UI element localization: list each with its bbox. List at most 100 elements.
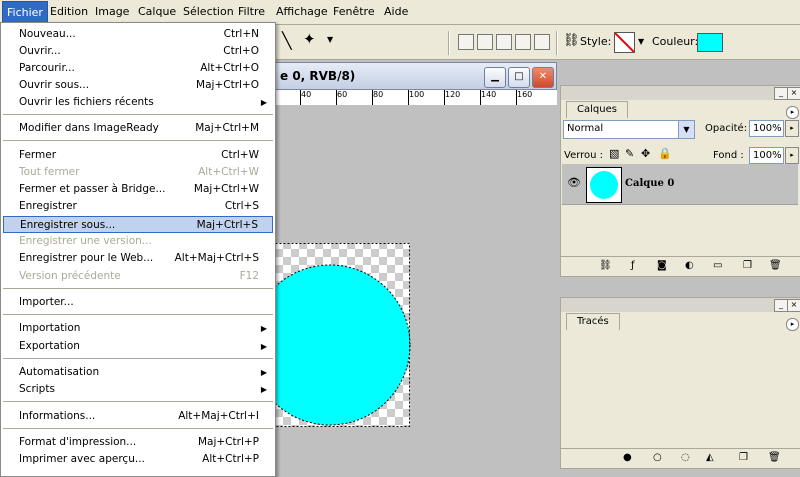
stroke-path-icon[interactable]: ○ — [653, 452, 662, 463]
new-group-icon[interactable]: ▭ — [713, 260, 722, 271]
menu-item-imageready[interactable]: Modifier dans ImageReady Maj+Ctrl+M — [3, 120, 273, 137]
lock-brush-icon[interactable]: ✎ — [625, 147, 634, 160]
menu-item-importation[interactable]: Importation ▶ — [3, 320, 273, 337]
menu-item-format-impression[interactable]: Format d'impression... Maj+Ctrl+P — [3, 434, 273, 451]
paths-panel: _ × Tracés ▸ ● ○ ◌ ◭ ❐ 🗑 — [560, 297, 800, 469]
menu-item-label: Ouvrir sous... — [19, 79, 90, 91]
eye-icon[interactable]: 👁 — [567, 176, 581, 189]
subtract-mode-icon[interactable] — [496, 34, 512, 50]
menu-selection[interactable]: Sélection — [183, 5, 234, 18]
menu-edition[interactable]: Edition — [50, 5, 88, 18]
chevron-down-icon[interactable]: ▼ — [638, 37, 644, 46]
tab-traces[interactable]: Tracés — [566, 313, 620, 330]
intersect-mode-icon[interactable] — [515, 34, 531, 50]
chevron-down-icon[interactable]: ▼ — [327, 35, 333, 44]
menu-affichage[interactable]: Affichage — [276, 5, 328, 18]
menu-item-nouveau[interactable]: Nouveau... Ctrl+N — [3, 26, 273, 43]
menu-fenetre[interactable]: Fenêtre — [333, 5, 375, 18]
menu-item-label: Informations... — [19, 410, 96, 422]
menu-image[interactable]: Image — [95, 5, 129, 18]
add-mode-icon[interactable] — [477, 34, 493, 50]
menu-item-fichiers-recents[interactable]: Ouvrir les fichiers récents ▶ — [3, 94, 273, 111]
make-path-icon[interactable]: ◭ — [706, 452, 714, 463]
menu-item-label: Fermer — [19, 149, 57, 161]
menu-item-fermer-bridge[interactable]: Fermer et passer à Bridge... Maj+Ctrl+W — [3, 181, 273, 198]
trash-icon[interactable]: 🗑 — [768, 452, 781, 463]
close-icon[interactable]: ✕ — [532, 67, 554, 88]
submenu-arrow-icon: ▶ — [260, 324, 267, 333]
menu-item-label: Ouvrir... — [19, 45, 61, 57]
menu-fichier[interactable]: Fichier — [2, 1, 48, 24]
menu-filtre[interactable]: Filtre — [238, 5, 265, 18]
menu-item-fermer[interactable]: Fermer Ctrl+W — [3, 147, 273, 164]
panel-menu-icon[interactable]: ▸ — [786, 106, 799, 119]
close-icon[interactable]: × — [787, 87, 800, 100]
layer-row[interactable]: 👁 Calque 0 — [562, 164, 798, 205]
line-tool-icon[interactable]: ╲ — [282, 31, 292, 50]
lock-position-icon[interactable]: ✥ — [641, 147, 650, 160]
new-path-icon[interactable]: ❐ — [739, 452, 748, 463]
submenu-arrow-icon: ▶ — [260, 385, 267, 394]
load-selection-icon[interactable]: ◌ — [681, 452, 690, 463]
menu-item-enregistrer-sous[interactable]: Enregistrer sous... Maj+Ctrl+S — [3, 216, 273, 233]
blend-mode-select[interactable]: Normal ▼ — [563, 120, 695, 139]
menu-separator — [3, 114, 273, 115]
tab-calques[interactable]: Calques — [566, 101, 628, 118]
fill-label: Fond : — [713, 150, 744, 161]
style-picker[interactable] — [614, 32, 635, 53]
menu-item-automatisation[interactable]: Automatisation ▶ — [3, 364, 273, 381]
new-layer-mode-icon[interactable] — [458, 34, 474, 50]
opacity-input[interactable]: 100% — [749, 120, 784, 137]
trash-icon[interactable]: 🗑 — [769, 260, 782, 271]
submenu-arrow-icon: ▶ — [260, 98, 267, 107]
layer-mask-icon[interactable]: ◙ — [657, 260, 667, 271]
menu-item-ouvrir-sous[interactable]: Ouvrir sous... Maj+Ctrl+O — [3, 77, 273, 94]
menu-item-label: Format d'impression... — [19, 436, 137, 448]
layer-name[interactable]: Calque 0 — [625, 178, 674, 189]
menu-item-scripts[interactable]: Scripts ▶ — [3, 381, 273, 398]
custom-shape-icon[interactable]: ✦ — [303, 30, 316, 48]
menu-item-importer[interactable]: Importer... — [3, 294, 273, 311]
layer-style-icon[interactable]: ƒ — [631, 260, 635, 271]
menu-item-label: Importer... — [19, 296, 74, 308]
fill-slider-icon[interactable]: ▸ — [785, 147, 799, 164]
ruler-label: 40 — [301, 90, 312, 99]
menu-item-parcourir[interactable]: Parcourir... Alt+Ctrl+O — [3, 60, 273, 77]
maximize-icon[interactable]: □ — [508, 67, 530, 88]
new-layer-icon[interactable]: ❐ — [743, 260, 752, 271]
document-title-bar[interactable]: e 0, RVB/8) ▁ □ ✕ — [275, 62, 557, 90]
menu-item-label: Nouveau... — [19, 28, 76, 40]
menu-item-enregistrer[interactable]: Enregistrer Ctrl+S — [3, 198, 273, 215]
lock-all-icon[interactable]: 🔒 — [658, 147, 672, 160]
menu-item-imprimer-apercu[interactable]: Imprimer avec aperçu... Alt+Ctrl+P — [3, 451, 273, 468]
lock-transparency-icon[interactable]: ▧ — [609, 147, 619, 160]
minimize-icon[interactable]: _ — [774, 299, 788, 312]
menu-calque[interactable]: Calque — [138, 5, 176, 18]
menu-item-shortcut: Alt+Ctrl+O — [200, 62, 259, 74]
link-layers-icon[interactable]: ⛓ — [599, 260, 612, 271]
menu-item-ouvrir[interactable]: Ouvrir... Ctrl+O — [3, 43, 273, 60]
menu-item-informations[interactable]: Informations... Alt+Maj+Ctrl+I — [3, 408, 273, 425]
menu-item-label: Importation — [19, 322, 81, 334]
minimize-icon[interactable]: ▁ — [484, 67, 506, 88]
fill-path-icon[interactable]: ● — [623, 452, 632, 463]
opacity-slider-icon[interactable]: ▸ — [785, 120, 799, 137]
menu-item-shortcut: Maj+Ctrl+W — [193, 183, 259, 195]
menu-item-exportation[interactable]: Exportation ▶ — [3, 338, 273, 355]
menu-item-enregistrer-web[interactable]: Enregistrer pour le Web... Alt+Maj+Ctrl+S — [3, 250, 273, 267]
close-icon[interactable]: × — [787, 299, 800, 312]
canvas-area[interactable] — [275, 105, 557, 475]
adjustment-layer-icon[interactable]: ◐ — [685, 260, 694, 271]
opacity-label: Opacité: — [705, 123, 748, 134]
menu-item-shortcut: Alt+Maj+Ctrl+I — [178, 410, 259, 422]
menu-aide[interactable]: Aide — [384, 5, 408, 18]
color-swatch[interactable] — [697, 33, 723, 52]
panel-menu-icon[interactable]: ▸ — [786, 318, 799, 331]
style-label: Style: — [580, 35, 612, 48]
fill-input[interactable]: 100% — [749, 147, 784, 164]
exclude-mode-icon[interactable] — [534, 34, 550, 50]
layers-panel: _ × Calques ▸ Normal ▼ Opacité: 100% ▸ V… — [560, 85, 800, 277]
paths-list[interactable] — [562, 331, 798, 446]
minimize-icon[interactable]: _ — [774, 87, 788, 100]
link-icon[interactable]: ⛓ — [563, 33, 580, 48]
